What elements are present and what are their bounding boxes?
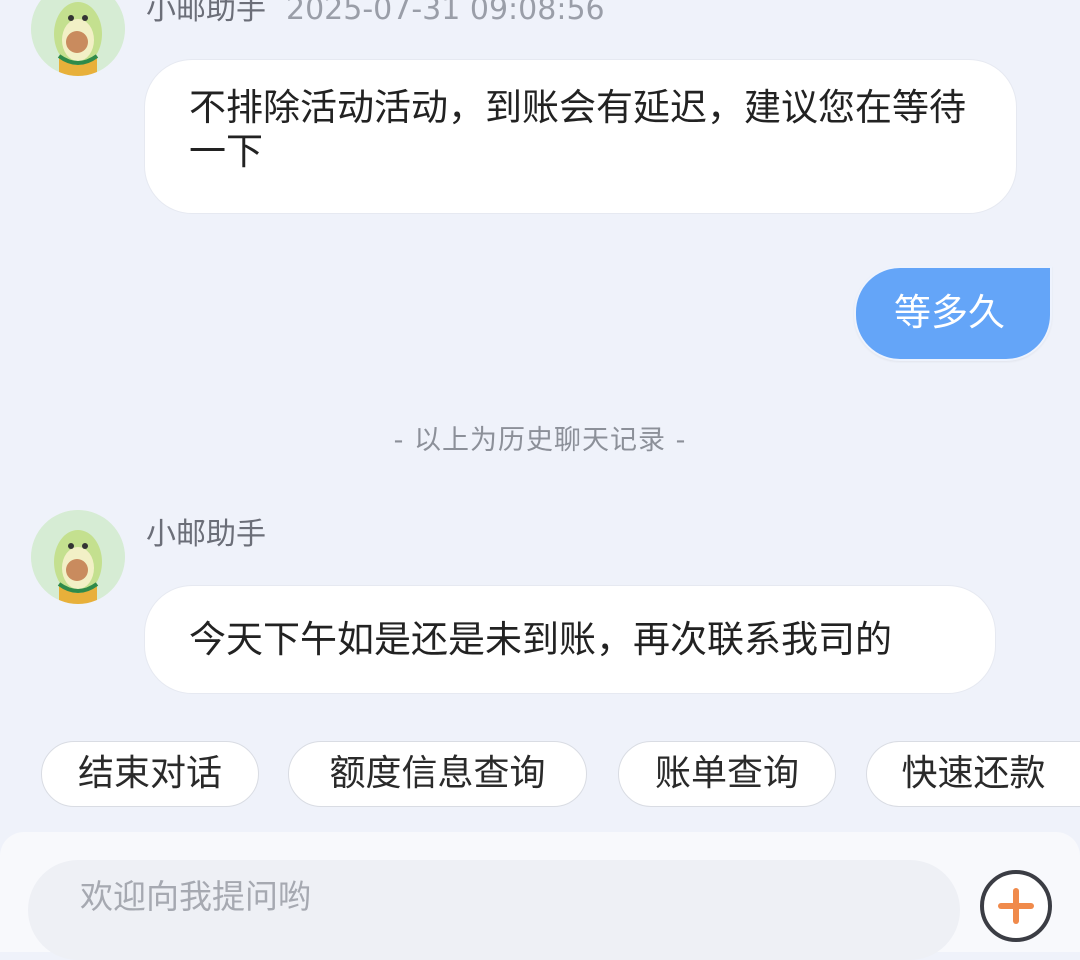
quick-action-bill-query[interactable]: 账单查询: [618, 741, 836, 807]
message-header: 小邮助手: [146, 517, 266, 553]
bot-message-bubble: 不排除活动活动，到账会有延迟，建议您在等待一下: [144, 59, 1017, 214]
sender-name: 小邮助手: [146, 0, 266, 27]
plus-circle-icon: [998, 888, 1034, 924]
quick-action-end-conversation[interactable]: 结束对话: [41, 741, 259, 807]
avocado-mascot-icon: [31, 510, 125, 604]
input-placeholder: 欢迎向我提问哟: [80, 877, 311, 916]
avocado-mascot-icon: [31, 0, 125, 76]
quick-action-credit-info[interactable]: 额度信息查询: [288, 741, 587, 807]
message-text: 今天下午如是还是未到账，再次联系我司的: [189, 618, 892, 661]
message-text: 不排除活动活动，到账会有延迟，建议您在等待一下: [189, 86, 966, 173]
quick-action-fast-repayment[interactable]: 快速还款: [866, 741, 1080, 807]
bot-message-bubble: 今天下午如是还是未到账，再次联系我司的: [144, 585, 996, 694]
message-header: 小邮助手 2025-07-31 09:08:56: [146, 0, 605, 28]
history-divider: - 以上为历史聊天记录 -: [393, 425, 687, 456]
bot-avatar: [31, 510, 125, 604]
attach-button[interactable]: [980, 870, 1052, 942]
message-timestamp: 2025-07-31 09:08:56: [286, 0, 605, 27]
message-text: 等多久: [894, 291, 1005, 334]
sender-name: 小邮助手: [146, 517, 266, 552]
message-input[interactable]: 欢迎向我提问哟: [28, 860, 960, 960]
bot-avatar: [31, 0, 125, 76]
user-message-bubble: 等多久: [854, 266, 1052, 361]
